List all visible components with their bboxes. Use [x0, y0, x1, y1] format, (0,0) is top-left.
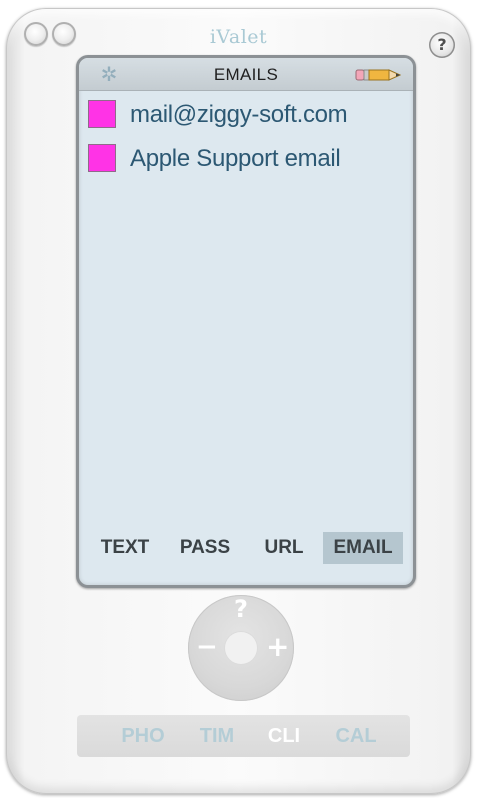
tab-pho[interactable]: PHO	[115, 715, 171, 757]
wheel-minus-button[interactable]: −	[196, 634, 218, 660]
tab-cal[interactable]: CAL	[328, 715, 384, 757]
app-title: iValet	[209, 26, 268, 48]
tab-email[interactable]: EMAIL	[323, 532, 403, 564]
category-tabs: TEXT PASS URL EMAIL	[79, 532, 413, 564]
pencil-icon[interactable]	[355, 67, 402, 88]
color-swatch	[88, 100, 116, 128]
wheel-help-button[interactable]: ?	[230, 595, 252, 623]
tab-url[interactable]: URL	[254, 532, 314, 564]
color-swatch	[88, 144, 116, 172]
help-button[interactable]: ?	[429, 32, 455, 58]
list-item-label: mail@ziggy-soft.com	[130, 101, 348, 128]
tab-cli[interactable]: CLI	[264, 715, 304, 757]
list-item[interactable]: Apple Support email	[79, 134, 413, 178]
tab-text[interactable]: TEXT	[91, 532, 159, 564]
wheel-plus-button[interactable]: +	[266, 633, 289, 661]
screen-header: ✲ EMAILS	[79, 58, 413, 91]
module-tab-bar: PHO TIM CLI CAL	[77, 715, 410, 757]
emails-screen: ✲ EMAILS mail@ziggy-soft.com Apple Suppo…	[76, 55, 416, 588]
wheel-center-button[interactable]	[225, 632, 257, 664]
tab-pass[interactable]: PASS	[169, 532, 241, 564]
control-wheel[interactable]: ? − +	[188, 595, 294, 701]
list-item-label: Apple Support email	[130, 145, 341, 172]
tab-tim[interactable]: TIM	[192, 715, 242, 757]
email-list: mail@ziggy-soft.com Apple Support email	[79, 90, 413, 178]
list-item[interactable]: mail@ziggy-soft.com	[79, 90, 413, 134]
